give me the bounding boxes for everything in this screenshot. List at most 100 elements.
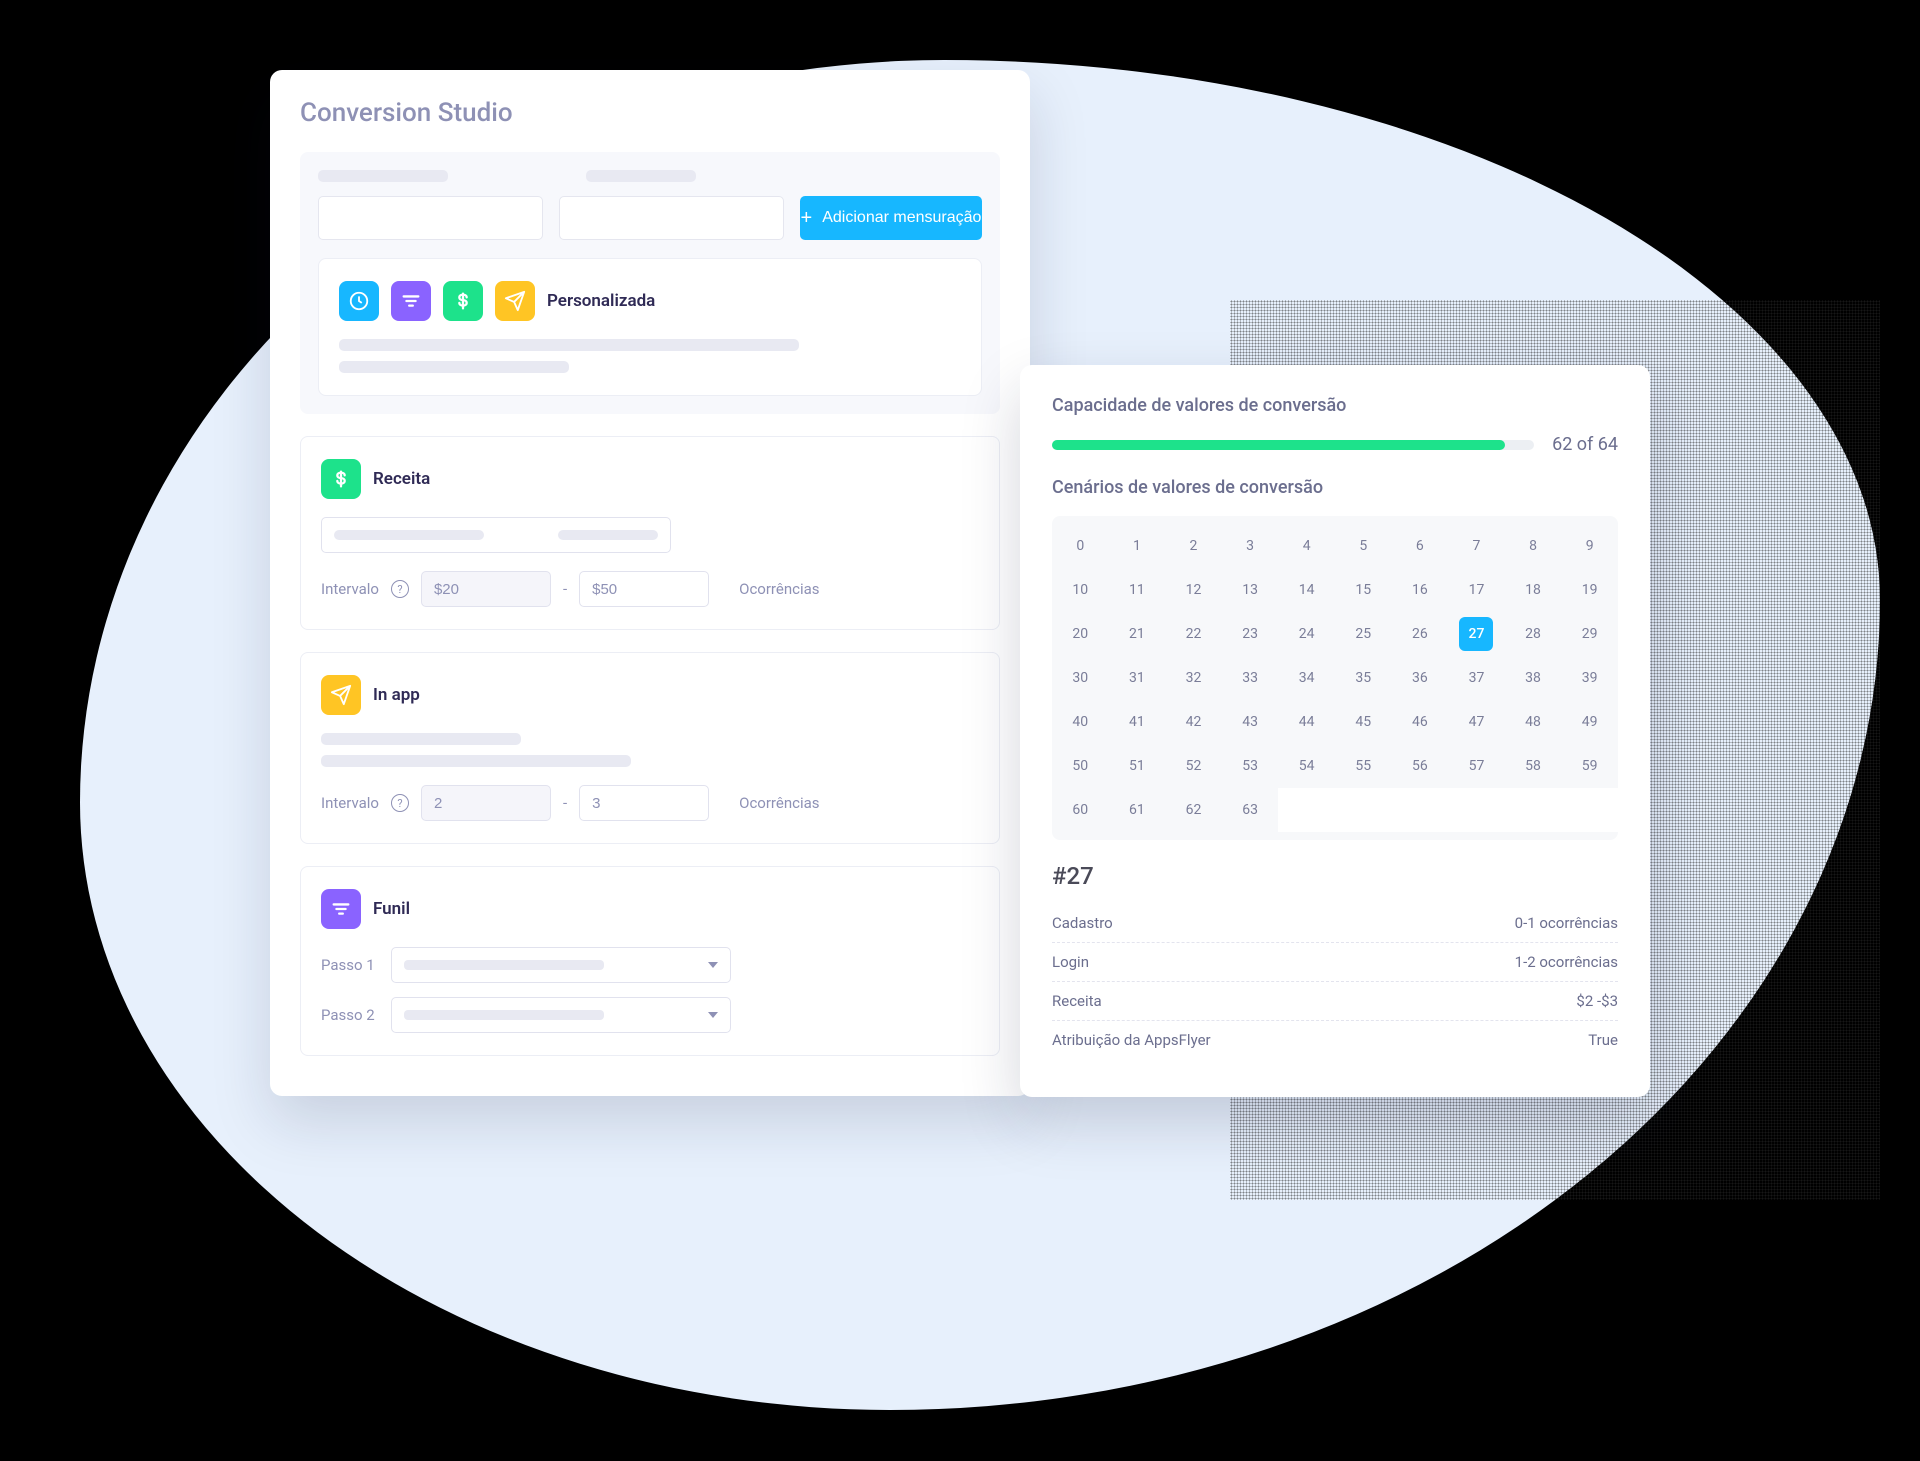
scenario-cell[interactable]: 52: [1165, 744, 1222, 788]
scenario-cell[interactable]: 17: [1448, 568, 1505, 612]
scenario-cell[interactable]: 56: [1392, 744, 1449, 788]
capacity-bar-label: 62 of 64: [1552, 434, 1618, 455]
scenario-cell[interactable]: 13: [1222, 568, 1279, 612]
revenue-from-input[interactable]: [421, 571, 551, 607]
scenario-cell[interactable]: 18: [1505, 568, 1562, 612]
inapp-interval-label: Intervalo: [321, 794, 379, 812]
scenario-cell[interactable]: 4: [1278, 524, 1335, 568]
detail-value: True: [1588, 1031, 1618, 1049]
scenario-cell[interactable]: 16: [1392, 568, 1449, 612]
scenario-cell[interactable]: 2: [1165, 524, 1222, 568]
funnel-step1-label: Passo 1: [321, 956, 375, 974]
revenue-to-input[interactable]: [579, 571, 709, 607]
scenario-cell[interactable]: 37: [1448, 656, 1505, 700]
selected-scenario-title: #27: [1052, 862, 1618, 890]
scenario-cell[interactable]: 47: [1448, 700, 1505, 744]
scenario-cell[interactable]: 49: [1561, 700, 1618, 744]
add-measurement-button[interactable]: + Adicionar mensuração: [800, 196, 982, 240]
scenario-cell[interactable]: 50: [1052, 744, 1109, 788]
scenario-cell[interactable]: 6: [1392, 524, 1449, 568]
scenario-cell[interactable]: 30: [1052, 656, 1109, 700]
scenario-cell[interactable]: 34: [1278, 656, 1335, 700]
scenario-cell[interactable]: 48: [1505, 700, 1562, 744]
scenario-cell[interactable]: 44: [1278, 700, 1335, 744]
scenario-detail-row: Atribuição da AppsFlyerTrue: [1052, 1021, 1618, 1059]
scenario-cell[interactable]: 59: [1561, 744, 1618, 788]
inapp-card: In app Intervalo ? - Ocorrências: [300, 652, 1000, 844]
dash: -: [563, 580, 567, 598]
scenario-cell[interactable]: 8: [1505, 524, 1562, 568]
scenario-cell[interactable]: 57: [1448, 744, 1505, 788]
scenario-cell[interactable]: 1: [1109, 524, 1166, 568]
scenario-detail-row: Login 1-2 ocorrências: [1052, 943, 1618, 982]
funnel-step1-select[interactable]: [391, 947, 731, 983]
scenario-cell[interactable]: 45: [1335, 700, 1392, 744]
detail-label: Cadastro: [1052, 914, 1113, 932]
scenario-cell[interactable]: 10: [1052, 568, 1109, 612]
revenue-occurrences-label: Ocorrências: [739, 580, 819, 598]
scenario-cell[interactable]: 38: [1505, 656, 1562, 700]
scenario-cell[interactable]: 32: [1165, 656, 1222, 700]
top-input-1[interactable]: [318, 196, 543, 240]
scenario-cell[interactable]: 33: [1222, 656, 1279, 700]
scenario-cell[interactable]: 19: [1561, 568, 1618, 612]
scenario-cell[interactable]: 46: [1392, 700, 1449, 744]
scenario-cell[interactable]: 54: [1278, 744, 1335, 788]
scenario-cell[interactable]: 22: [1165, 612, 1222, 656]
scenario-cell[interactable]: 53: [1222, 744, 1279, 788]
scenario-cell[interactable]: 14: [1278, 568, 1335, 612]
scenario-cell[interactable]: 25: [1335, 612, 1392, 656]
scenario-cell[interactable]: 26: [1392, 612, 1449, 656]
scenario-cell[interactable]: 63: [1222, 788, 1279, 832]
scenario-cell[interactable]: 21: [1109, 612, 1166, 656]
scenario-cell[interactable]: 62: [1165, 788, 1222, 832]
scenario-cell[interactable]: 15: [1335, 568, 1392, 612]
scenario-cell[interactable]: 29: [1561, 612, 1618, 656]
filter-icon: [321, 889, 361, 929]
scenario-cell[interactable]: 51: [1109, 744, 1166, 788]
funnel-card: Funil Passo 1 Passo 2: [300, 866, 1000, 1056]
scenario-cell[interactable]: 41: [1109, 700, 1166, 744]
scenario-cell[interactable]: 40: [1052, 700, 1109, 744]
scenario-cell[interactable]: 61: [1109, 788, 1166, 832]
help-icon[interactable]: ?: [391, 794, 409, 812]
scenario-cell[interactable]: 43: [1222, 700, 1279, 744]
placeholder: [404, 960, 604, 970]
detail-label: Login: [1052, 953, 1089, 971]
top-input-2[interactable]: [559, 196, 784, 240]
detail-value: 0-1 ocorrências: [1515, 914, 1618, 932]
scenario-cell[interactable]: 11: [1109, 568, 1166, 612]
scenario-cell[interactable]: 42: [1165, 700, 1222, 744]
scenario-cell[interactable]: 35: [1335, 656, 1392, 700]
scenario-cell[interactable]: 20: [1052, 612, 1109, 656]
chevron-down-icon: [708, 962, 718, 968]
capacity-title: Capacidade de valores de conversão: [1052, 395, 1618, 416]
placeholder: [339, 361, 569, 373]
revenue-interval-label: Intervalo: [321, 580, 379, 598]
inapp-from-input[interactable]: [421, 785, 551, 821]
scenario-cell[interactable]: 39: [1561, 656, 1618, 700]
scenario-cell[interactable]: 55: [1335, 744, 1392, 788]
scenario-cell[interactable]: 23: [1222, 612, 1279, 656]
scenario-grid: 0123456789101112131415161718192021222324…: [1052, 516, 1618, 840]
detail-value: 1-2 ocorrências: [1515, 953, 1618, 971]
funnel-step2-select[interactable]: [391, 997, 731, 1033]
scenario-cell[interactable]: 28: [1505, 612, 1562, 656]
help-icon[interactable]: ?: [391, 580, 409, 598]
inapp-to-input[interactable]: [579, 785, 709, 821]
scenario-cell[interactable]: 60: [1052, 788, 1109, 832]
scenario-cell[interactable]: 24: [1278, 612, 1335, 656]
scenario-cell[interactable]: 7: [1448, 524, 1505, 568]
scenario-cell[interactable]: 0: [1052, 524, 1109, 568]
funnel-step2-label: Passo 2: [321, 1006, 375, 1024]
scenario-cell[interactable]: 31: [1109, 656, 1166, 700]
scenario-cell[interactable]: 58: [1505, 744, 1562, 788]
scenario-cell[interactable]: 36: [1392, 656, 1449, 700]
scenario-cell[interactable]: 12: [1165, 568, 1222, 612]
scenario-cell[interactable]: 9: [1561, 524, 1618, 568]
scenario-cell[interactable]: 5: [1335, 524, 1392, 568]
top-section: + Adicionar mensuração Personalizada: [300, 152, 1000, 414]
scenario-cell[interactable]: 3: [1222, 524, 1279, 568]
scenario-cell[interactable]: 27: [1448, 612, 1505, 656]
placeholder: [558, 530, 658, 540]
